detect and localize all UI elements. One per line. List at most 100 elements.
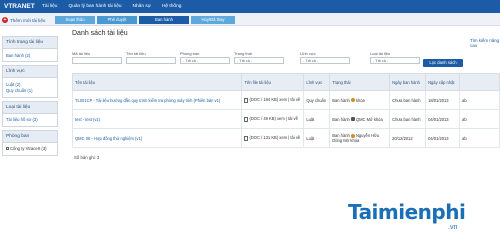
col-updated-date[interactable]: Ngày cập nhật xyxy=(425,73,461,91)
field-select[interactable]: - Tất cả - xyxy=(300,57,350,64)
app-brand: VTRANET xyxy=(4,3,35,10)
type-filter-box: Loại tài liệu Tài liệu hồ sơ (3) xyxy=(2,100,58,127)
filter-field-label: Lĩnh vực xyxy=(300,51,316,56)
dept-item-company[interactable]: Công ty Vtracert (3) xyxy=(6,146,54,151)
row-field: Luật xyxy=(303,128,331,148)
col-issued-date[interactable]: Ngày ban hành xyxy=(389,73,427,91)
row-file[interactable]: (DOC / 131 KB) xem | tải về xyxy=(241,128,305,148)
watermark-tld: .vn xyxy=(448,224,458,231)
row-doc-name[interactable]: TL001CP - Tài liệu hướng dẫn quy trình k… xyxy=(71,90,243,110)
sidebar: Tình trạng tài liệu Ban hành (2) Lĩnh vự… xyxy=(2,36,58,159)
advanced-search-link[interactable]: Tìm kiếm nâng cao xyxy=(470,38,500,48)
nav-item-system[interactable]: Hệ thống xyxy=(162,4,181,9)
doc-code-input[interactable] xyxy=(72,57,122,64)
filter-department-label: Phòng ban xyxy=(180,51,200,56)
row-updated: 04/01/2013 xyxy=(425,128,461,148)
row-file[interactable]: (DOC / 184 KB) xem | tải về xyxy=(241,90,305,110)
filter-doc-name-label: Tên tài liệu xyxy=(126,51,146,56)
sub-toolbar: + Thêm mới tài liệu Soạn thảo Phê duyệt … xyxy=(0,13,500,26)
main-nav: Tài liệu Quản lý ban hành tài liệu Nhân … xyxy=(42,4,192,9)
row-status-extra[interactable]: QMC Mở khóa xyxy=(356,117,383,122)
field-item-law[interactable]: Luật (2) xyxy=(6,82,54,87)
row-field: Luật xyxy=(303,109,331,129)
filter-status: Trạng thái - Tất cả - xyxy=(234,51,284,64)
new-document-button[interactable]: + Thêm mới tài liệu xyxy=(2,16,52,24)
row-issued: 20/12/2012 xyxy=(389,128,427,148)
user-icon xyxy=(350,98,355,103)
row-extra: ab xyxy=(459,90,500,110)
row-file-label: (DOC / 131 KB) xem | tải về xyxy=(249,135,301,141)
row-file-label: (DOC / 49 KB) xem | tải về xyxy=(249,116,298,122)
table-row[interactable]: test - test (v1) (DOC / 49 KB) xem | tải… xyxy=(71,109,500,129)
row-status-label: Ban hành xyxy=(332,116,350,122)
table-row[interactable]: TL001CP - Tài liệu hướng dẫn quy trình k… xyxy=(71,90,500,110)
row-issued: Chưa ban hành xyxy=(389,109,427,129)
table-row[interactable]: QMC 06 - Hợp đồng thử nghiệm (v1) (DOC /… xyxy=(71,128,500,148)
row-doc-name[interactable]: QMC 06 - Hợp đồng thử nghiệm (v1) xyxy=(71,128,243,148)
filter-doc-type: Loại tài liệu - Tất cả - xyxy=(370,51,420,64)
workflow-steps: Soạn thảo Phê duyệt Ban hành Hủy/Đã thay xyxy=(55,16,237,24)
field-item-standard[interactable]: Quy chuẩn (1) xyxy=(6,88,54,93)
page-title: Danh sách tài liệu xyxy=(72,30,128,37)
doc-name-input[interactable] xyxy=(126,57,176,64)
filter-status-label: Trạng thái xyxy=(234,51,252,56)
step-draft[interactable]: Soạn thảo xyxy=(55,16,95,24)
type-filter-title: Loại tài liệu xyxy=(3,101,57,114)
doc-type-select[interactable]: - Tất cả - xyxy=(370,57,420,64)
step-issue[interactable]: Ban hành xyxy=(139,16,189,24)
documents-table: Tên tài liệu Tên file tài liệu Lĩnh vực … xyxy=(71,73,500,148)
document-icon xyxy=(244,135,249,141)
dept-filter-box: Phòng ban Công ty Vtracert (3) xyxy=(2,129,58,156)
filter-list-button[interactable]: Lọc danh sách xyxy=(423,59,463,67)
col-extra xyxy=(459,73,500,91)
top-navigation-bar: VTRANET Tài liệu Quản lý ban hành tài li… xyxy=(0,0,500,13)
watermark-text: Taimienphi xyxy=(348,200,466,224)
dept-item-label: Công ty Vtracert (3) xyxy=(10,146,47,151)
step-cancel[interactable]: Hủy/Đã thay xyxy=(191,16,235,24)
row-field: Quy chuẩn xyxy=(303,90,331,110)
row-status: Ban hành khóa xyxy=(329,90,391,110)
status-select[interactable]: - Tất cả - xyxy=(234,57,284,64)
main-content: Danh sách tài liệu xyxy=(72,28,500,37)
row-status: Ban hành Nguyễn Hữu Dũng Mở khóa xyxy=(329,128,391,148)
field-filter-title: Lĩnh vực xyxy=(3,66,57,78)
type-item-records[interactable]: Tài liệu hồ sơ (3) xyxy=(6,117,54,122)
row-status: Ban hành QMC Mở khóa xyxy=(329,109,391,129)
watermark-logo: Taimienphi .vn xyxy=(348,200,498,240)
row-updated: 18/01/2013 xyxy=(425,90,461,110)
row-issued: Chưa ban hành xyxy=(389,90,427,110)
row-file-label: (DOC / 184 KB) xem | tải về xyxy=(249,97,301,103)
nav-item-documents[interactable]: Tài liệu xyxy=(42,4,57,9)
table-header-row: Tên tài liệu Tên file tài liệu Lĩnh vực … xyxy=(71,73,500,91)
field-filter-box: Lĩnh vực Luật (2) Quy chuẩn (1) xyxy=(2,65,58,98)
dept-filter-title: Phòng ban xyxy=(3,130,57,143)
nav-item-staff[interactable]: Nhân sự xyxy=(133,4,151,9)
row-status-extra[interactable]: khóa xyxy=(356,98,365,103)
document-icon xyxy=(244,116,249,122)
department-select[interactable]: - Tất cả - xyxy=(180,57,230,64)
row-file[interactable]: (DOC / 49 KB) xem | tải về xyxy=(241,109,305,129)
row-extra: ab xyxy=(459,128,500,148)
status-filter-box: Tình trạng tài liệu Ban hành (2) xyxy=(2,36,58,62)
col-status[interactable]: Trạng thái xyxy=(329,73,391,91)
col-field[interactable]: Lĩnh vực xyxy=(303,73,331,91)
status-filter-title: Tình trạng tài liệu xyxy=(3,37,57,49)
step-approve[interactable]: Phê duyệt xyxy=(97,16,137,24)
row-doc-name[interactable]: test - test (v1) xyxy=(71,109,243,129)
col-file-name[interactable]: Tên file tài liệu xyxy=(241,73,305,91)
building-icon xyxy=(6,147,9,151)
filter-doc-code: Mã tài liệu xyxy=(72,51,122,64)
row-status-label: Ban hành xyxy=(332,97,350,103)
row-updated: 04/01/2013 xyxy=(425,109,461,129)
col-doc-name[interactable]: Tên tài liệu xyxy=(71,73,243,91)
plus-icon: + xyxy=(2,17,8,23)
new-document-label: Thêm mới tài liệu xyxy=(10,17,46,23)
row-extra: ab xyxy=(459,109,500,129)
filter-field: Lĩnh vực - Tất cả - xyxy=(300,51,350,64)
document-icon xyxy=(244,97,249,103)
record-count: Số bản ghi: 3 xyxy=(74,155,100,160)
nav-item-issuance[interactable]: Quản lý ban hành tài liệu xyxy=(68,4,121,9)
status-item-issued[interactable]: Ban hành (2) xyxy=(6,53,54,58)
filter-doc-name: Tên tài liệu xyxy=(126,51,176,64)
filter-department: Phòng ban - Tất cả - xyxy=(180,51,230,64)
